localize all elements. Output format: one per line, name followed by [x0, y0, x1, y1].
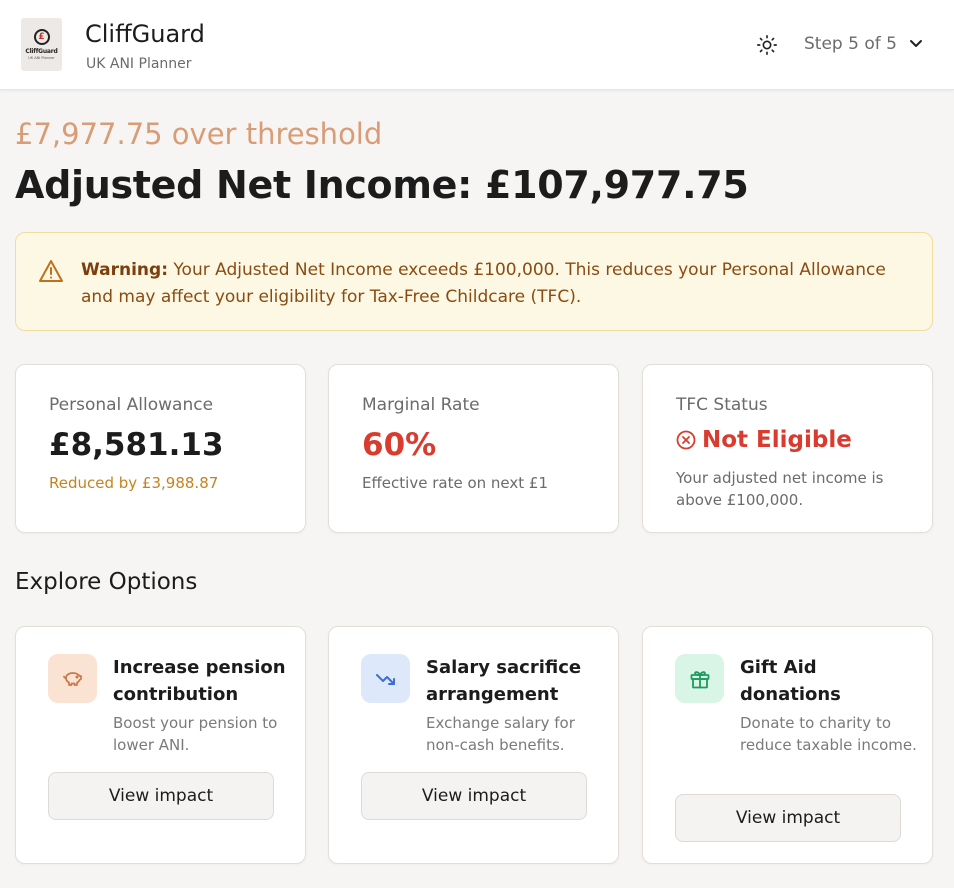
- pound-coin-icon: £: [33, 29, 50, 45]
- view-impact-button[interactable]: View impact: [361, 772, 587, 820]
- view-impact-button[interactable]: View impact: [675, 794, 901, 842]
- option-description: Boost your pension to lower ANI.: [113, 714, 278, 754]
- marginal-rate-card: Marginal Rate 60% Effective rate on next…: [328, 364, 619, 533]
- explore-heading: Explore Options: [15, 569, 198, 595]
- option-title: Salary sacrifice arrangement: [426, 657, 582, 705]
- stat-note: Reduced by £3,988.87: [49, 474, 219, 492]
- option-title: Gift Aid donations: [740, 657, 841, 705]
- option-card-salary-sacrifice: Salary sacrifice arrangement Exchange sa…: [328, 626, 619, 864]
- trending-down-icon: [375, 673, 395, 685]
- warning-text: Warning: Your Adjusted Net Income exceed…: [81, 257, 921, 311]
- stat-label: Marginal Rate: [362, 395, 480, 415]
- option-card-gift-aid: Gift Aid donations Donate to charity to …: [642, 626, 933, 864]
- warning-message: Your Adjusted Net Income exceeds £100,00…: [81, 260, 886, 307]
- option-icon-tile: [48, 654, 97, 703]
- option-description: Donate to charity to reduce taxable inco…: [740, 714, 917, 754]
- personal-allowance-card: Personal Allowance £8,581.13 Reduced by …: [15, 364, 306, 533]
- adjusted-net-income: Adjusted Net Income: £107,977.75: [15, 163, 749, 207]
- stat-note: Your adjusted net income is above £100,0…: [676, 469, 884, 509]
- view-impact-button[interactable]: View impact: [48, 772, 274, 820]
- option-card-pension: Increase pension contribution Boost your…: [15, 626, 306, 864]
- app-title: CliffGuard: [85, 20, 205, 48]
- app-subtitle: UK ANI Planner: [86, 56, 192, 72]
- option-icon-tile: [675, 654, 724, 703]
- stat-label: TFC Status: [676, 395, 768, 415]
- app-header: £ CliffGuard UK ANI Planner CliffGuard U…: [0, 0, 954, 90]
- tfc-status-card: TFC Status Not Eligible Your adjusted ne…: [642, 364, 933, 533]
- stat-label: Personal Allowance: [49, 395, 214, 415]
- app-logo: £ CliffGuard UK ANI Planner: [21, 18, 62, 71]
- stat-note: Effective rate on next £1: [362, 474, 548, 492]
- tfc-status-text: Not Eligible: [702, 427, 852, 453]
- x-circle-icon: [676, 430, 696, 450]
- step-label: Step 5 of 5: [804, 34, 897, 54]
- stat-value: 60%: [362, 427, 437, 463]
- piggy-bank-icon: [62, 671, 82, 686]
- warning-triangle-icon: [39, 260, 63, 282]
- sun-icon[interactable]: [756, 34, 778, 56]
- logo-text: CliffGuard: [25, 48, 58, 55]
- option-title: Increase pension contribution: [113, 657, 286, 705]
- over-threshold-amount: £7,977.75 over threshold: [15, 117, 383, 151]
- stat-value: £8,581.13: [49, 427, 224, 463]
- warning-label: Warning:: [81, 260, 169, 280]
- gift-icon: [690, 670, 709, 688]
- logo-subtext: UK ANI Planner: [28, 56, 55, 60]
- option-icon-tile: [361, 654, 410, 703]
- chevron-down-icon: [909, 40, 922, 47]
- warning-banner: Warning: Your Adjusted Net Income exceed…: [15, 232, 933, 331]
- step-dropdown[interactable]: Step 5 of 5: [804, 34, 923, 54]
- tfc-status-value: Not Eligible: [676, 427, 852, 453]
- option-description: Exchange salary for non-cash benefits.: [426, 714, 575, 754]
